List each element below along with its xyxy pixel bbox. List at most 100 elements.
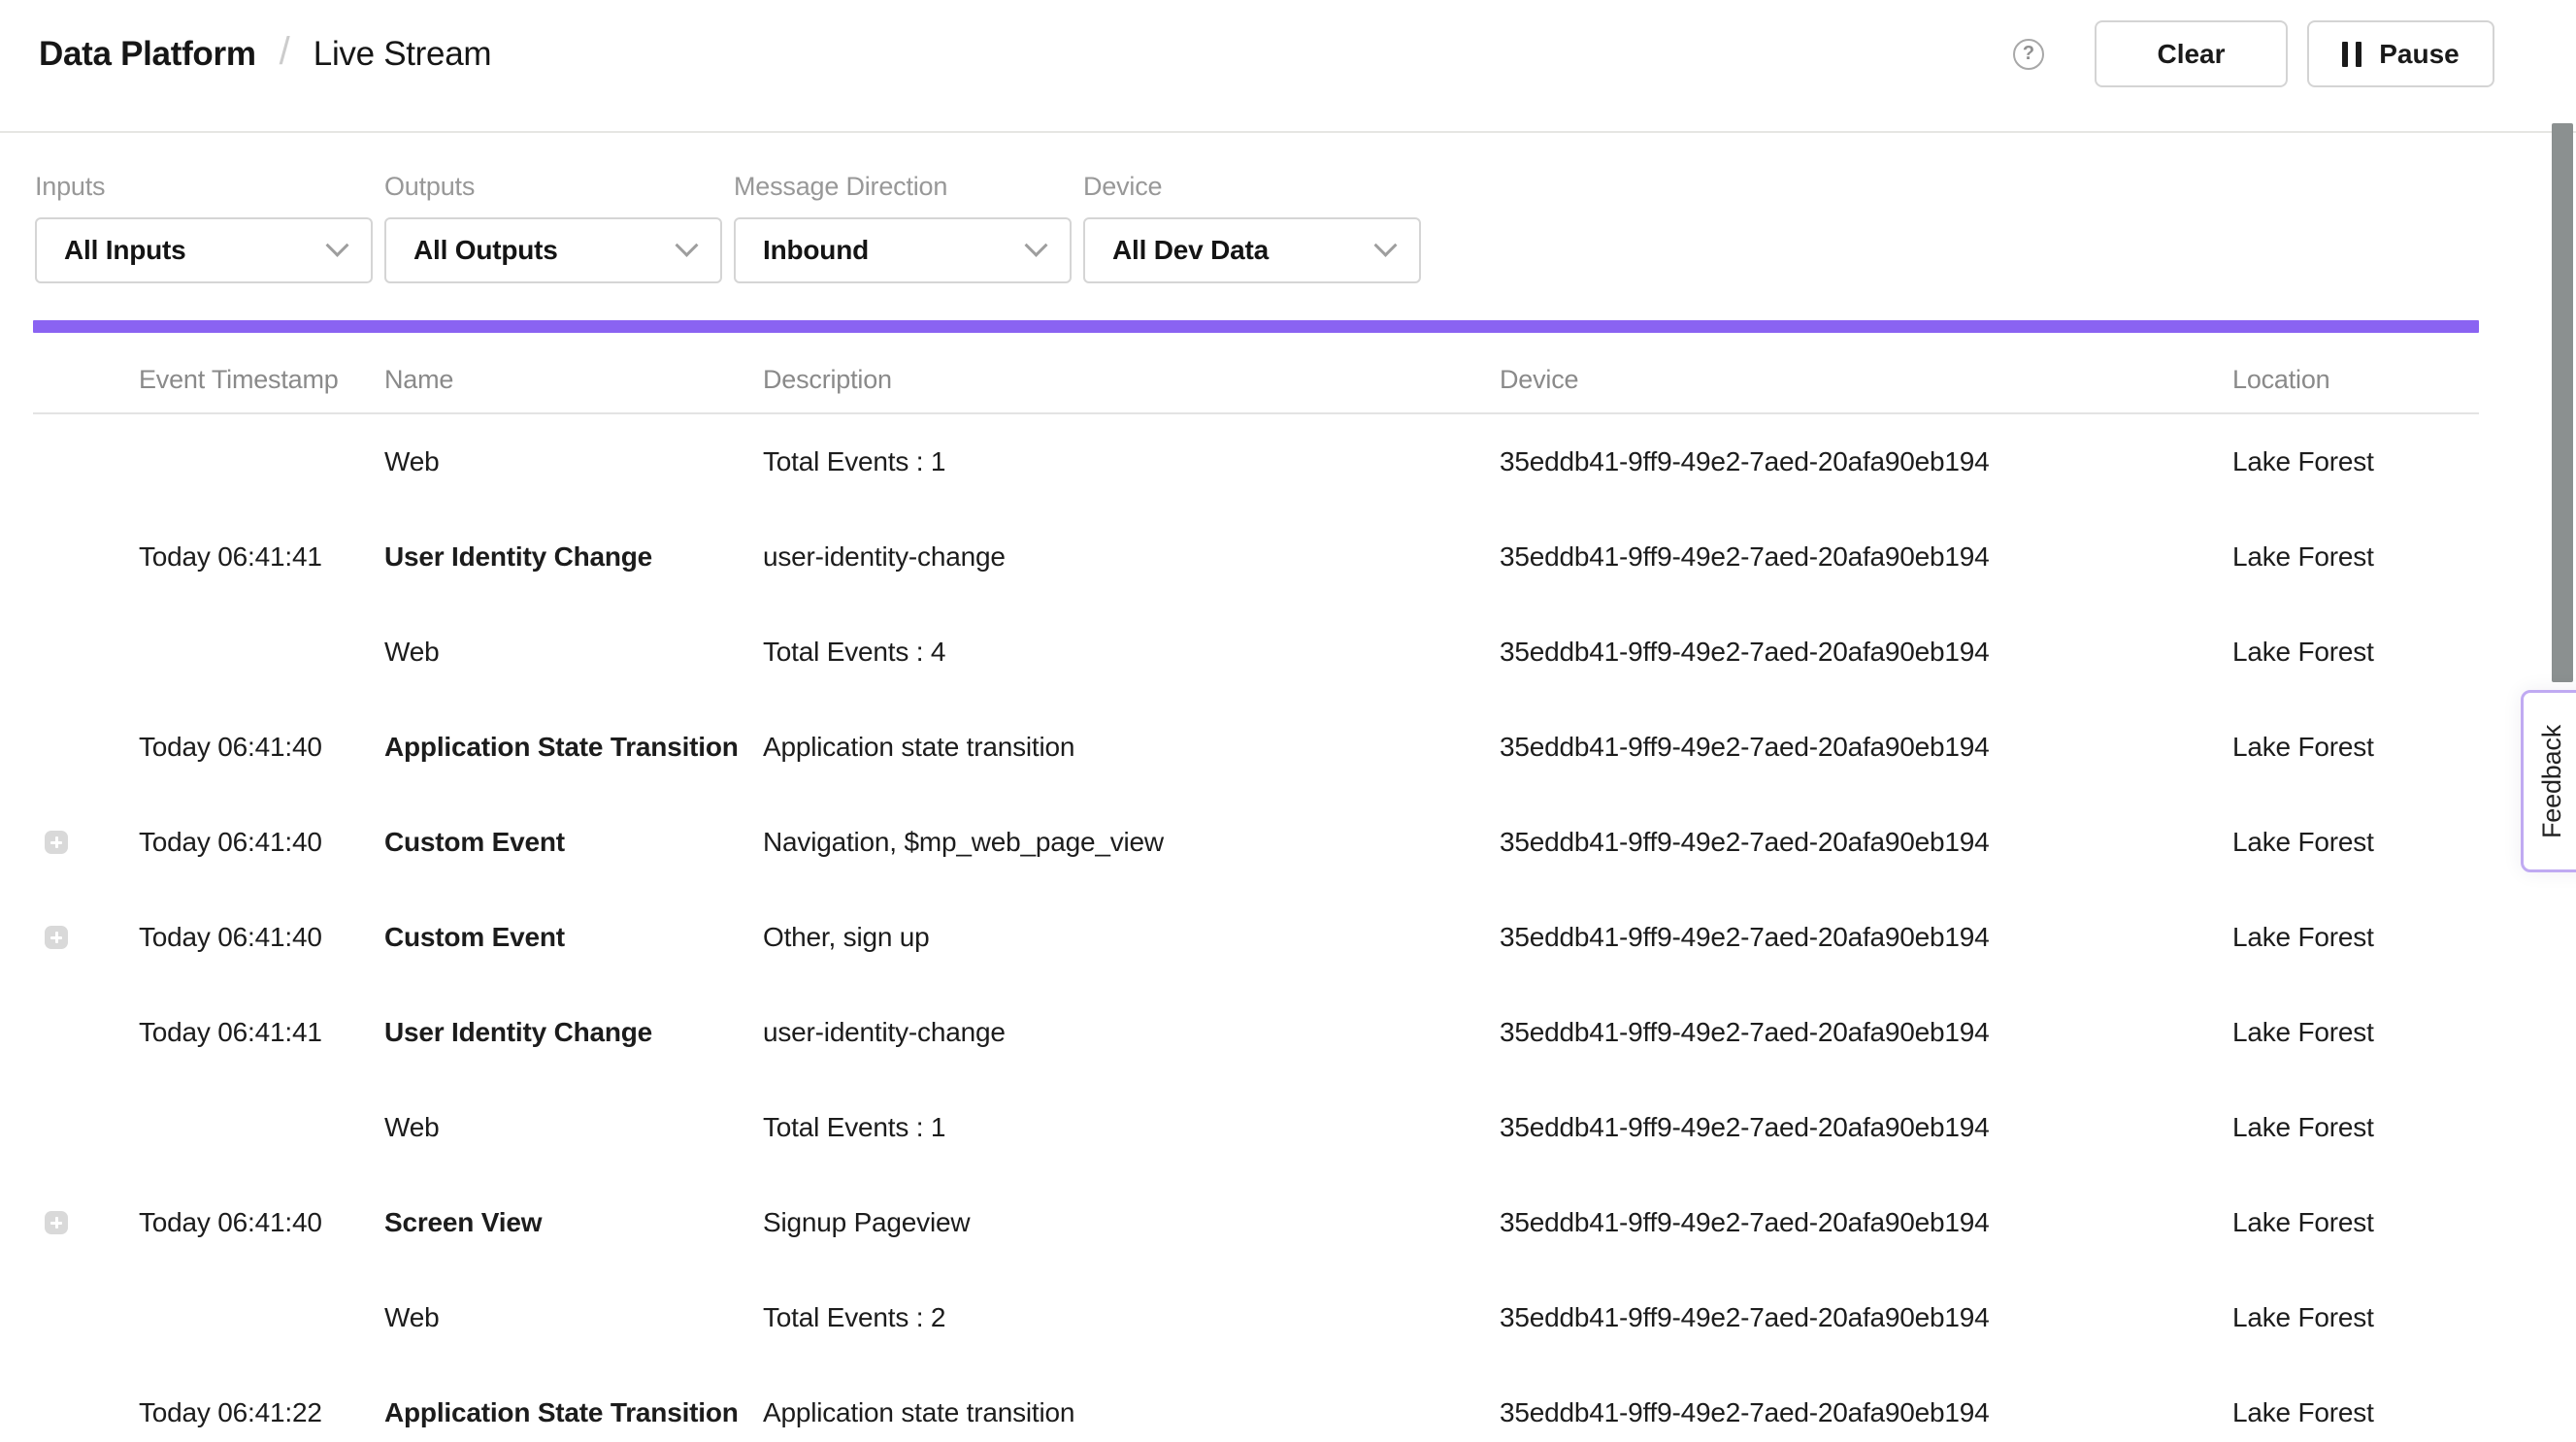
- event-timestamp: Today 06:41:40: [139, 1207, 384, 1238]
- event-location: Lake Forest: [2232, 541, 2479, 573]
- event-row[interactable]: Web Total Events : 1 35eddb41-9ff9-49e2-…: [33, 1080, 2479, 1175]
- event-device: 35eddb41-9ff9-49e2-7aed-20afa90eb194: [1500, 1207, 2232, 1238]
- help-icon[interactable]: ?: [2013, 39, 2044, 70]
- event-row-gutter: [33, 1116, 139, 1139]
- event-timestamp: Today 06:41:22: [139, 1397, 384, 1428]
- event-row[interactable]: Today 06:41:40 Custom Event Other, sign …: [33, 890, 2479, 985]
- live-stream-page: Data Platform / Live Stream ? Clear Paus…: [0, 0, 2576, 1442]
- event-description: Total Events : 4: [763, 637, 1500, 668]
- column-header-location: Location: [2232, 365, 2479, 395]
- event-row[interactable]: Today 06:41:40 Application State Transit…: [33, 700, 2479, 795]
- event-description: user-identity-change: [763, 541, 1500, 573]
- event-row[interactable]: Web Total Events : 1 35eddb41-9ff9-49e2-…: [33, 414, 2479, 509]
- event-row[interactable]: Today 06:41:22 Application State Transit…: [33, 1365, 2479, 1442]
- filter-message-direction: Message Direction Inbound: [734, 172, 1072, 283]
- filter-device: Device All Dev Data: [1083, 172, 1421, 283]
- feedback-tab[interactable]: Feedback: [2521, 690, 2576, 872]
- event-location: Lake Forest: [2232, 1397, 2479, 1428]
- chevron-down-icon: [325, 233, 348, 256]
- page-header: Data Platform / Live Stream ? Clear Paus…: [0, 0, 2576, 133]
- event-name: Application State Transition: [384, 732, 763, 763]
- column-header-description: Description: [763, 365, 1500, 395]
- event-device: 35eddb41-9ff9-49e2-7aed-20afa90eb194: [1500, 1017, 2232, 1048]
- event-row[interactable]: Web Total Events : 4 35eddb41-9ff9-49e2-…: [33, 605, 2479, 700]
- event-device: 35eddb41-9ff9-49e2-7aed-20afa90eb194: [1500, 1397, 2232, 1428]
- event-description: Application state transition: [763, 1397, 1500, 1428]
- filter-label-message-direction: Message Direction: [734, 172, 1072, 202]
- vertical-scrollbar-thumb[interactable]: [2552, 123, 2573, 682]
- header-actions: ? Clear Pause: [2013, 20, 2494, 87]
- event-name: Web: [384, 446, 763, 477]
- event-description: Total Events : 2: [763, 1302, 1500, 1333]
- breadcrumb: Data Platform / Live Stream: [39, 32, 491, 76]
- event-row-gutter: [33, 545, 139, 569]
- outputs-select[interactable]: All Outputs: [384, 217, 722, 283]
- event-device: 35eddb41-9ff9-49e2-7aed-20afa90eb194: [1500, 1112, 2232, 1143]
- table-header-row: Event Timestamp Name Description Device …: [33, 333, 2479, 414]
- message-direction-select[interactable]: Inbound: [734, 217, 1072, 283]
- event-row-gutter: [33, 640, 139, 664]
- inputs-select[interactable]: All Inputs: [35, 217, 373, 283]
- event-description: Application state transition: [763, 732, 1500, 763]
- event-row-gutter: [33, 736, 139, 759]
- event-name: Custom Event: [384, 922, 763, 953]
- event-device: 35eddb41-9ff9-49e2-7aed-20afa90eb194: [1500, 1302, 2232, 1333]
- event-row-gutter: [33, 1021, 139, 1044]
- event-row[interactable]: Web Total Events : 2 35eddb41-9ff9-49e2-…: [33, 1270, 2479, 1365]
- event-location: Lake Forest: [2232, 1302, 2479, 1333]
- event-name: Web: [384, 1112, 763, 1143]
- breadcrumb-live-stream: Live Stream: [314, 35, 491, 74]
- event-location: Lake Forest: [2232, 922, 2479, 953]
- filter-label-device: Device: [1083, 172, 1421, 202]
- event-description: user-identity-change: [763, 1017, 1500, 1048]
- event-description: Total Events : 1: [763, 1112, 1500, 1143]
- event-row[interactable]: Today 06:41:40 Custom Event Navigation, …: [33, 795, 2479, 890]
- expand-plus-icon[interactable]: [45, 1211, 68, 1234]
- event-row[interactable]: Today 06:41:41 User Identity Change user…: [33, 509, 2479, 605]
- event-name: Application State Transition: [384, 1397, 763, 1428]
- message-direction-select-value: Inbound: [763, 235, 869, 266]
- filters-bar: Inputs All Inputs Outputs All Outputs Me…: [0, 133, 2576, 283]
- chevron-down-icon: [675, 233, 698, 256]
- event-description: Navigation, $mp_web_page_view: [763, 827, 1500, 858]
- event-location: Lake Forest: [2232, 1112, 2479, 1143]
- event-row-gutter: [33, 1211, 139, 1234]
- column-header-event-timestamp: Event Timestamp: [139, 365, 384, 395]
- event-row[interactable]: Today 06:41:40 Screen View Signup Pagevi…: [33, 1175, 2479, 1270]
- event-row-gutter: [33, 1306, 139, 1329]
- device-select[interactable]: All Dev Data: [1083, 217, 1421, 283]
- filter-label-inputs: Inputs: [35, 172, 373, 202]
- column-header-name: Name: [384, 365, 763, 395]
- pause-button[interactable]: Pause: [2307, 20, 2494, 87]
- event-row-gutter: [33, 831, 139, 854]
- event-name: User Identity Change: [384, 541, 763, 573]
- filter-outputs: Outputs All Outputs: [384, 172, 722, 283]
- event-timestamp: Today 06:41:40: [139, 827, 384, 858]
- expand-plus-icon[interactable]: [45, 926, 68, 949]
- event-row[interactable]: Today 06:41:41 User Identity Change user…: [33, 985, 2479, 1080]
- outputs-select-value: All Outputs: [413, 235, 558, 266]
- event-row-gutter: [33, 450, 139, 474]
- breadcrumb-separator-icon: /: [280, 30, 290, 74]
- event-location: Lake Forest: [2232, 827, 2479, 858]
- event-name: Web: [384, 1302, 763, 1333]
- event-row-gutter: [33, 926, 139, 949]
- event-description: Total Events : 1: [763, 446, 1500, 477]
- chevron-down-icon: [1373, 233, 1397, 256]
- breadcrumb-data-platform[interactable]: Data Platform: [39, 35, 256, 74]
- event-device: 35eddb41-9ff9-49e2-7aed-20afa90eb194: [1500, 922, 2232, 953]
- clear-button[interactable]: Clear: [2095, 20, 2288, 87]
- expand-plus-icon[interactable]: [45, 831, 68, 854]
- stream-accent-bar: [33, 320, 2479, 333]
- event-device: 35eddb41-9ff9-49e2-7aed-20afa90eb194: [1500, 732, 2232, 763]
- feedback-label: Feedback: [2537, 725, 2567, 838]
- event-description: Signup Pageview: [763, 1207, 1500, 1238]
- pause-icon: [2342, 42, 2361, 67]
- event-device: 35eddb41-9ff9-49e2-7aed-20afa90eb194: [1500, 637, 2232, 668]
- event-location: Lake Forest: [2232, 637, 2479, 668]
- event-description: Other, sign up: [763, 922, 1500, 953]
- event-name: Web: [384, 637, 763, 668]
- event-location: Lake Forest: [2232, 732, 2479, 763]
- event-name: Custom Event: [384, 827, 763, 858]
- table-body: Web Total Events : 1 35eddb41-9ff9-49e2-…: [33, 414, 2479, 1442]
